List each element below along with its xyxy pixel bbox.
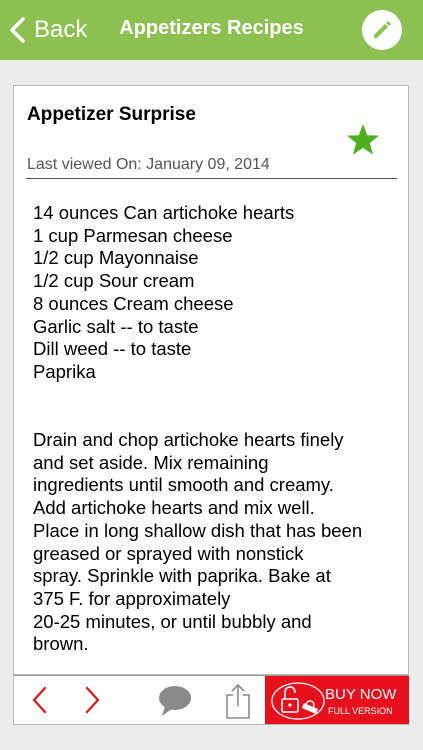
ingredients-list: 14 ounces Can artichoke hearts 1 cup Par… <box>33 202 393 384</box>
buy-now-sublabel: FULL VERSION <box>328 706 393 716</box>
ingredient-item: Dill weed -- to taste <box>33 338 192 360</box>
star-icon[interactable] <box>345 122 381 158</box>
bottom-toolbar: BUY NOW FULL VERSION <box>13 675 409 725</box>
page-title: Appetizers Recipes <box>119 17 304 39</box>
divider <box>26 178 397 179</box>
unlock-icon <box>271 682 325 720</box>
directions-line: ingredients until smooth and creamy. <box>33 474 334 496</box>
directions-line: greased or sprayed with nonstick <box>33 542 304 564</box>
directions-line: brown. <box>33 633 89 655</box>
directions-line: and set aside. Mix remaining <box>33 451 269 473</box>
ingredient-item: Garlic salt -- to taste <box>33 315 199 337</box>
directions-line: spray. Sprinkle with paprika. Bake at <box>33 565 331 587</box>
directions-line: 375 F. for approximately <box>33 587 231 609</box>
directions-text: Drain and chop artichoke hearts finely a… <box>33 429 393 656</box>
chevron-right-icon[interactable] <box>82 686 102 714</box>
directions-line: 20-25 minutes, or until bubbly and <box>33 610 312 632</box>
pencil-icon <box>374 21 391 38</box>
recipe-card: Appetizer Surprise Last viewed On: Janua… <box>13 85 409 675</box>
share-icon[interactable] <box>224 682 252 720</box>
directions-line: Add artichoke hearts and mix well. <box>33 497 315 519</box>
last-viewed-date: Last viewed On: January 09, 2014 <box>27 156 270 173</box>
speech-bubble-icon[interactable] <box>157 684 193 718</box>
ingredient-item: 14 ounces Can artichoke hearts <box>33 202 295 223</box>
recipe-title: Appetizer Surprise <box>27 104 196 125</box>
edit-button[interactable] <box>362 10 402 50</box>
ingredient-item: 8 ounces Cream cheese <box>33 292 234 314</box>
ingredient-item: Paprika <box>33 360 96 382</box>
ingredient-item: 1/2 cup Mayonnaise <box>33 247 199 269</box>
buy-now-button[interactable]: BUY NOW FULL VERSION <box>265 676 409 724</box>
buy-now-label: BUY NOW <box>325 686 397 703</box>
ingredient-item: 1 cup Parmesan cheese <box>33 224 233 246</box>
navigation-bar: Back Appetizers Recipes <box>0 0 423 60</box>
ingredient-item: 1/2 cup Sour cream <box>33 270 195 292</box>
directions-line: Place in long shallow dish that has been <box>33 519 363 541</box>
chevron-left-icon[interactable] <box>30 686 50 714</box>
directions-line: Drain and chop artichoke hearts finely <box>33 429 344 450</box>
